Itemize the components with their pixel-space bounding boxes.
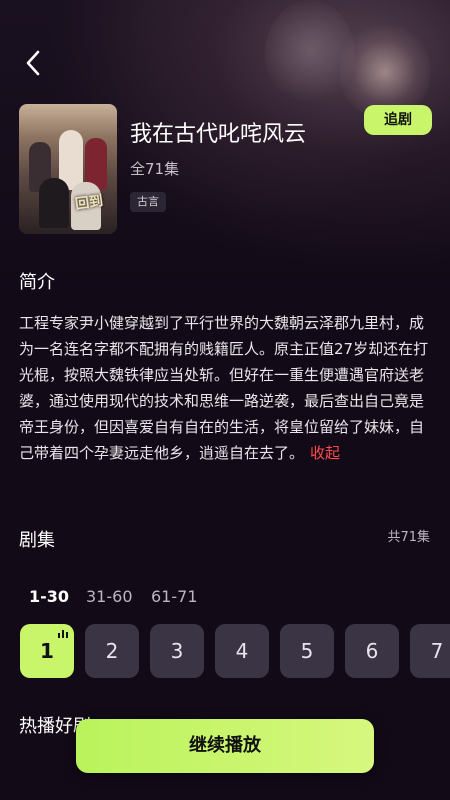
continue-playing-button[interactable]: 继续播放	[76, 719, 374, 773]
hero-figure-female	[340, 20, 430, 115]
episode-number: 3	[170, 639, 184, 663]
range-tab-61-71[interactable]: 61-71	[151, 587, 198, 606]
poster-figure	[39, 178, 69, 228]
episode-number: 2	[105, 639, 119, 663]
episode-button-6[interactable]: 6	[345, 624, 399, 678]
synopsis-body: 工程专家尹小健穿越到了平行世界的大魏朝云泽郡九里村，成为一名连名字都不配拥有的贱…	[19, 314, 429, 462]
collapse-link[interactable]: 收起	[310, 444, 340, 462]
episode-number: 4	[235, 639, 249, 663]
episode-number: 6	[365, 639, 379, 663]
episode-button-4[interactable]: 4	[215, 624, 269, 678]
episode-button-3[interactable]: 3	[150, 624, 204, 678]
drama-title: 我在古代叱咤风云	[130, 122, 307, 147]
synopsis-heading: 简介	[19, 272, 55, 293]
episode-number: 7	[430, 639, 444, 663]
range-tab-1-30[interactable]: 1-30	[29, 587, 69, 606]
follow-button[interactable]: 追剧	[364, 105, 432, 135]
total-episodes: 共71集	[387, 530, 430, 545]
poster-logo: 回到	[74, 193, 105, 213]
episode-button-1[interactable]: 1	[20, 624, 74, 678]
back-button[interactable]	[22, 48, 46, 78]
episode-button-7[interactable]: 7	[410, 624, 450, 678]
episode-number: 5	[300, 639, 314, 663]
synopsis-text: 工程专家尹小健穿越到了平行世界的大魏朝云泽郡九里村，成为一名连名字都不配拥有的贱…	[19, 310, 433, 466]
episodes-heading: 剧集	[19, 530, 55, 551]
range-tab-31-60[interactable]: 31-60	[86, 587, 133, 606]
episode-number: 1	[40, 639, 54, 663]
playing-bars-icon	[58, 630, 68, 638]
episode-button-5[interactable]: 5	[280, 624, 334, 678]
drama-poster[interactable]: 回到	[19, 104, 117, 234]
chevron-left-icon	[26, 50, 40, 76]
episode-button-2[interactable]: 2	[85, 624, 139, 678]
genre-tag[interactable]: 古言	[130, 192, 166, 212]
episode-count: 全71集	[130, 160, 180, 178]
